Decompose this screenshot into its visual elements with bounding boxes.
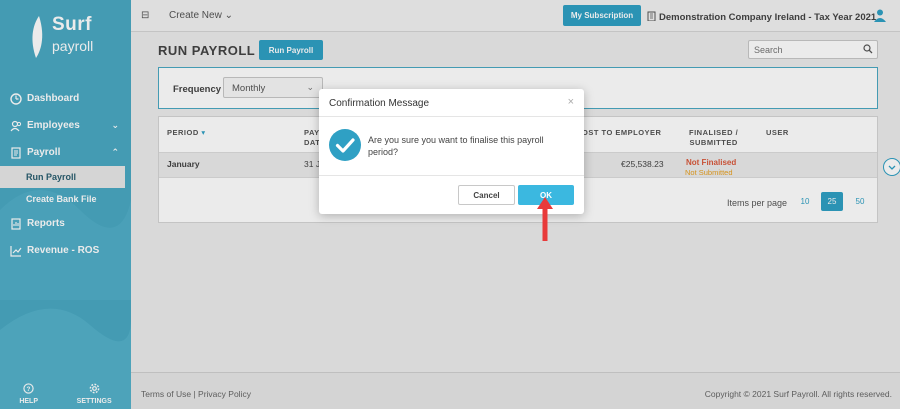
divider bbox=[319, 116, 584, 117]
divider bbox=[319, 175, 584, 176]
cancel-button[interactable]: Cancel bbox=[458, 185, 515, 205]
check-circle-icon bbox=[329, 129, 361, 161]
dialog-message: Are you sure you want to finalise this p… bbox=[368, 135, 544, 157]
dialog-title: Confirmation Message bbox=[329, 98, 430, 109]
confirmation-dialog: Confirmation Message × Are you sure you … bbox=[319, 89, 584, 214]
arrow-up-icon bbox=[537, 197, 553, 241]
close-icon[interactable]: × bbox=[568, 96, 574, 108]
